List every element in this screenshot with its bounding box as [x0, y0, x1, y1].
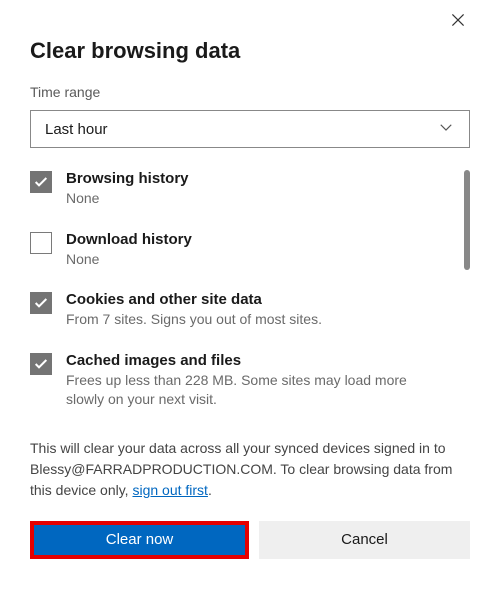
checkbox-browsing-history[interactable] — [30, 171, 52, 193]
option-label: Cookies and other site data — [66, 291, 322, 308]
checkbox-cookies[interactable] — [30, 292, 52, 314]
option-download-history: Download history None — [30, 231, 446, 270]
option-cookies: Cookies and other site data From 7 sites.… — [30, 291, 446, 330]
time-range-select[interactable]: Last hour — [30, 110, 470, 148]
time-range-label: Time range — [30, 84, 470, 100]
option-browsing-history: Browsing history None — [30, 170, 446, 209]
option-label: Browsing history — [66, 170, 189, 187]
close-icon[interactable] — [450, 12, 470, 32]
option-description: From 7 sites. Signs you out of most site… — [66, 310, 322, 330]
cancel-button[interactable]: Cancel — [259, 521, 470, 559]
chevron-down-icon — [437, 118, 455, 140]
sign-out-link[interactable]: sign out first — [132, 482, 207, 498]
checkbox-cached-files[interactable] — [30, 353, 52, 375]
scrollbar[interactable] — [464, 170, 470, 270]
footer-text-part1: This will clear your data across all you… — [30, 440, 452, 498]
footer-text: This will clear your data across all you… — [30, 438, 470, 501]
option-description: None — [66, 189, 189, 209]
option-label: Download history — [66, 231, 192, 248]
option-description: Frees up less than 228 MB. Some sites ma… — [66, 371, 446, 410]
option-cached-files: Cached images and files Frees up less tha… — [30, 352, 446, 410]
clear-now-highlight: Clear now — [30, 521, 249, 559]
footer-text-part2: . — [208, 482, 212, 498]
option-description: None — [66, 250, 192, 270]
time-range-value: Last hour — [45, 121, 108, 138]
checkbox-download-history[interactable] — [30, 232, 52, 254]
dialog-title: Clear browsing data — [30, 38, 470, 64]
clear-now-button[interactable]: Clear now — [34, 525, 245, 555]
option-label: Cached images and files — [66, 352, 446, 369]
